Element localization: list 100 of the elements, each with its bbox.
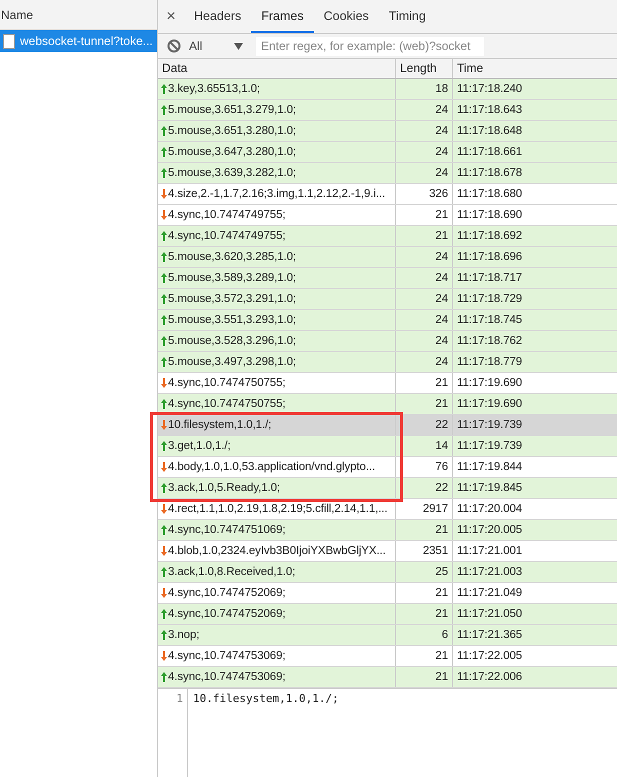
frame-row[interactable]: 3.ack,1.0,5.Ready,1.0; 22 11:17:19.845 <box>158 478 617 499</box>
up-arrow-icon <box>161 567 167 577</box>
table-cell: 11:17:20.005 <box>452 520 617 540</box>
up-arrow-icon <box>161 672 167 682</box>
frame-row[interactable]: 5.mouse,3.647,3.280,1.0; 24 11:17:18.661 <box>158 142 617 163</box>
frame-row[interactable]: 4.sync,10.7474753069; 21 11:17:22.006 <box>158 667 617 688</box>
table-cell: 4.body,1.0,1.0,53.application/vnd.glypto... <box>158 457 395 477</box>
request-item[interactable]: websocket-tunnel?toke... <box>0 30 157 52</box>
tab[interactable]: Cookies <box>314 0 379 33</box>
frame-row[interactable]: 3.ack,1.0,8.Received,1.0; 25 11:17:21.003 <box>158 562 617 583</box>
table-cell: 24 <box>395 142 452 162</box>
down-arrow-icon <box>161 420 167 430</box>
frame-row[interactable]: 4.sync,10.7474750755; 21 11:17:19.690 <box>158 373 617 394</box>
table-cell: 5.mouse,3.528,3.296,1.0; <box>158 331 395 351</box>
close-button[interactable]: × <box>158 0 184 33</box>
frame-row[interactable]: 5.mouse,3.651,3.279,1.0; 24 11:17:18.643 <box>158 100 617 121</box>
frame-row[interactable]: 4.sync,10.7474753069; 21 11:17:22.005 <box>158 646 617 667</box>
column-header[interactable]: Data <box>158 59 395 78</box>
table-cell: 3.get,1.0,1./; <box>158 436 395 456</box>
table-cell: 21 <box>395 394 452 414</box>
table-cell: 10.filesystem,1.0,1./; <box>158 415 395 435</box>
table-cell: 4.sync,10.7474750755; <box>158 394 395 414</box>
frame-row[interactable]: 10.filesystem,1.0,1./; 22 11:17:19.739 <box>158 415 617 436</box>
frame-row[interactable]: 5.mouse,3.620,3.285,1.0; 24 11:17:18.696 <box>158 247 617 268</box>
frame-row[interactable]: 4.sync,10.7474751069; 21 11:17:20.005 <box>158 520 617 541</box>
tab[interactable]: Timing <box>378 0 436 33</box>
column-header[interactable]: Time <box>452 59 617 78</box>
table-cell: 11:17:22.005 <box>452 646 617 666</box>
frame-row[interactable]: 4.sync,10.7474752069; 21 11:17:21.050 <box>158 604 617 625</box>
table-cell: 3.ack,1.0,5.Ready,1.0; <box>158 478 395 498</box>
table-cell: 5.mouse,3.639,3.282,1.0; <box>158 163 395 183</box>
table-cell: 2351 <box>395 541 452 561</box>
table-cell: 4.sync,10.7474752069; <box>158 583 395 603</box>
tab[interactable]: Headers <box>184 0 252 33</box>
frame-row[interactable]: 5.mouse,3.639,3.282,1.0; 24 11:17:18.678 <box>158 163 617 184</box>
column-header: Name <box>0 0 157 30</box>
table-cell: 11:17:22.006 <box>452 667 617 687</box>
table-cell: 22 <box>395 415 452 435</box>
up-arrow-icon <box>161 126 167 136</box>
up-arrow-icon <box>161 336 167 346</box>
frame-row[interactable]: 3.key,3.65513,1.0; 18 11:17:18.240 <box>158 79 617 100</box>
frame-row[interactable]: 3.nop; 6 11:17:21.365 <box>158 625 617 646</box>
type-dropdown[interactable]: All <box>189 39 249 53</box>
table-cell: 11:17:18.762 <box>452 331 617 351</box>
table-cell: 11:17:18.643 <box>452 100 617 120</box>
table-cell: 4.sync,10.7474749755; <box>158 205 395 225</box>
filter-field[interactable]: Enter regex, for example: (web)?socket <box>256 36 484 56</box>
table-cell: 21 <box>395 667 452 687</box>
file-icon <box>3 34 15 48</box>
table-cell: 24 <box>395 331 452 351</box>
frame-row[interactable]: 5.mouse,3.551,3.293,1.0; 24 11:17:18.745 <box>158 310 617 331</box>
table-cell: 11:17:18.240 <box>452 79 617 99</box>
table-cell: 11:17:18.661 <box>452 142 617 162</box>
frame-row[interactable]: 3.get,1.0,1./; 14 11:17:19.739 <box>158 436 617 457</box>
frame-row[interactable]: 4.sync,10.7474752069; 21 11:17:21.049 <box>158 583 617 604</box>
up-arrow-icon <box>161 399 167 409</box>
frame-row[interactable]: 4.size,2.-1,1.7,2.16;3.img,1.1,2.12,2.-1,9.i... 326 11:17:18.680 <box>158 184 617 205</box>
table-cell: 11:17:21.049 <box>452 583 617 603</box>
table-cell: 21 <box>395 205 452 225</box>
up-arrow-icon <box>161 84 167 94</box>
table-cell: 5.mouse,3.651,3.279,1.0; <box>158 100 395 120</box>
table-cell: 5.mouse,3.620,3.285,1.0; <box>158 247 395 267</box>
table-cell: 2917 <box>395 499 452 519</box>
table-cell: 11:17:18.779 <box>452 352 617 372</box>
down-arrow-icon <box>161 651 167 661</box>
frame-row[interactable]: 4.sync,10.7474750755; 21 11:17:19.690 <box>158 394 617 415</box>
frame-row[interactable]: 5.mouse,3.497,3.298,1.0; 24 11:17:18.779 <box>158 352 617 373</box>
table-cell: 11:17:18.692 <box>452 226 617 246</box>
table-cell: 11:17:20.004 <box>452 499 617 519</box>
table-cell: 11:17:18.690 <box>452 205 617 225</box>
frame-row[interactable]: 5.mouse,3.589,3.289,1.0; 24 11:17:18.717 <box>158 268 617 289</box>
table-cell: 76 <box>395 457 452 477</box>
table-cell: 21 <box>395 373 452 393</box>
table-cell: 11:17:18.717 <box>452 268 617 288</box>
table-cell: 4.sync,10.7474752069; <box>158 604 395 624</box>
table-cell: 24 <box>395 289 452 309</box>
frame-row[interactable]: 5.mouse,3.651,3.280,1.0; 24 11:17:18.648 <box>158 121 617 142</box>
table-cell: 21 <box>395 520 452 540</box>
table-cell: 5.mouse,3.647,3.280,1.0; <box>158 142 395 162</box>
frame-row[interactable]: 4.sync,10.7474749755; 21 11:17:18.692 <box>158 226 617 247</box>
block-icon[interactable] <box>167 39 181 53</box>
table-cell: 24 <box>395 352 452 372</box>
frame-row[interactable]: 5.mouse,3.572,3.291,1.0; 24 11:17:18.729 <box>158 289 617 310</box>
down-arrow-icon <box>161 588 167 598</box>
table-cell: 5.mouse,3.497,3.298,1.0; <box>158 352 395 372</box>
table-cell: 22 <box>395 478 452 498</box>
column-header[interactable]: Length <box>395 59 452 78</box>
up-arrow-icon <box>161 630 167 640</box>
frame-row[interactable]: 4.sync,10.7474749755; 21 11:17:18.690 <box>158 205 617 226</box>
up-arrow-icon <box>161 252 167 262</box>
table-cell: 24 <box>395 247 452 267</box>
frame-row[interactable]: 4.body,1.0,1.0,53.application/vnd.glypto... 76 11:17:19.844 <box>158 457 617 478</box>
table-cell: 21 <box>395 226 452 246</box>
down-arrow-icon <box>161 504 167 514</box>
up-arrow-icon <box>161 273 167 283</box>
frame-row[interactable]: 4.rect,1.1,1.0,2.19,1.8,2.19;5.cfill,2.14,1.1,... 2917 11:17:20.004 <box>158 499 617 520</box>
table-cell: 4.sync,10.7474751069; <box>158 520 395 540</box>
frame-row[interactable]: 5.mouse,3.528,3.296,1.0; 24 11:17:18.762 <box>158 331 617 352</box>
frame-row[interactable]: 4.blob,1.0,2324.eyIvb3B0IjoiYXBwbGljYX... 2351 11:17:21.001 <box>158 541 617 562</box>
table-cell: 5.mouse,3.551,3.293,1.0; <box>158 310 395 330</box>
